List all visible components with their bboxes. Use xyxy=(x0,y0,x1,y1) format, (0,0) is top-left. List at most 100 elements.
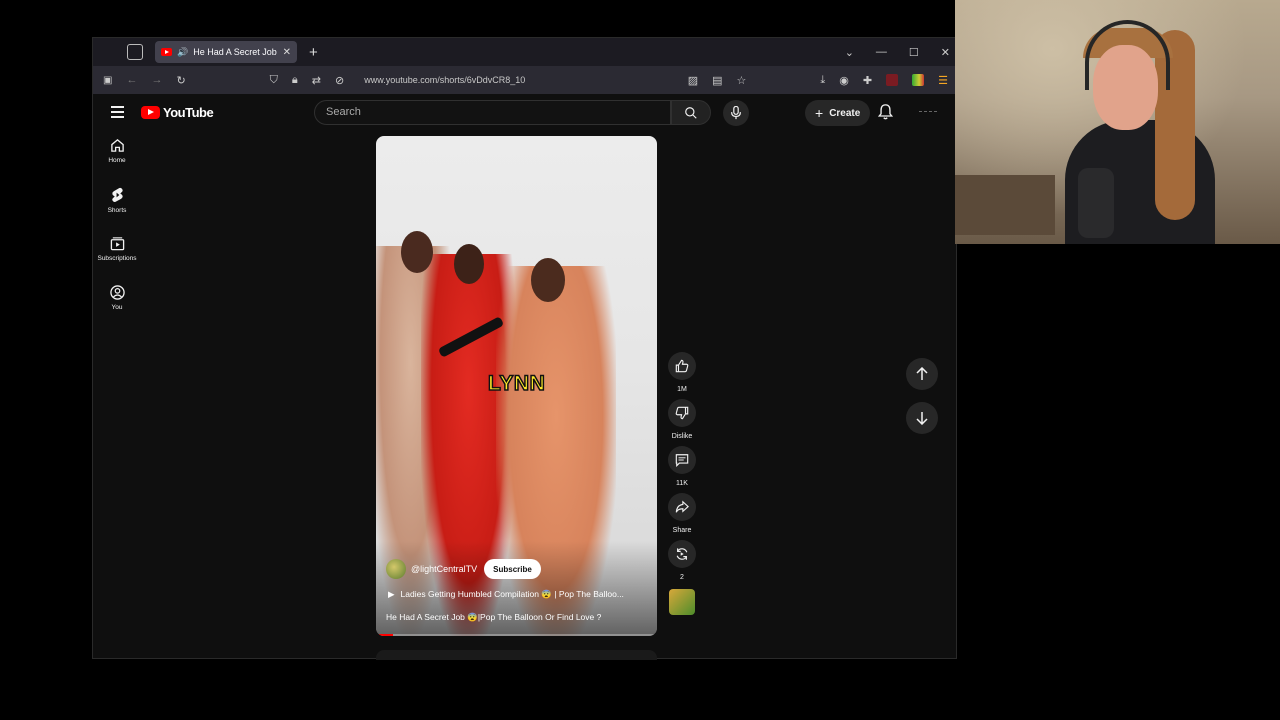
video-progress-fill xyxy=(376,634,393,636)
forward-icon[interactable]: → xyxy=(151,74,162,86)
comments-action: 11K xyxy=(668,446,696,487)
minimize-icon[interactable]: — xyxy=(876,46,887,58)
guide-menu-icon[interactable] xyxy=(111,106,124,121)
dislike-button[interactable] xyxy=(668,399,696,427)
voice-search-button[interactable] xyxy=(723,100,749,126)
share-action: Share xyxy=(668,493,696,534)
video-frame-head-right xyxy=(531,258,565,302)
new-tab-icon[interactable]: + xyxy=(309,44,318,61)
create-button[interactable]: + Create xyxy=(805,100,871,126)
sidebar-item-subscriptions[interactable]: Subscriptions xyxy=(93,236,141,285)
sidebar-label-home: Home xyxy=(108,157,126,164)
arrow-up-icon xyxy=(916,367,928,380)
next-short-preview xyxy=(376,650,657,660)
video-frame-head-left xyxy=(401,231,433,273)
subscriptions-icon xyxy=(110,237,124,251)
account-icon[interactable]: ◉ xyxy=(839,74,849,87)
tab-bar: 🔊 He Had A Secret Job 😨|Pop ✕ + ⌄ — ☐ ✕ xyxy=(93,38,956,66)
like-count: 1M xyxy=(677,386,687,393)
shorts-icon xyxy=(111,187,123,202)
video-progress-bar[interactable] xyxy=(376,634,657,636)
webcam-overlay xyxy=(955,0,1280,244)
account-avatar[interactable] xyxy=(919,111,937,114)
tab-close-icon[interactable]: ✕ xyxy=(283,47,291,58)
tab-list-icon[interactable] xyxy=(127,44,143,60)
lock-icon[interactable]: 🔒︎ xyxy=(292,74,298,87)
permissions-icon[interactable]: ⇄ xyxy=(312,74,321,87)
next-short-button[interactable] xyxy=(906,402,938,434)
create-label: Create xyxy=(829,107,861,119)
toolbar-right: ▨ ▤ ☆ ⤓ ◉ ✚ ☰ xyxy=(688,66,948,94)
extension-meter-icon[interactable] xyxy=(912,74,925,86)
youtube-favicon-icon xyxy=(161,48,172,56)
video-frame-head-middle xyxy=(454,244,484,284)
search-button[interactable] xyxy=(671,100,711,125)
previous-short-button[interactable] xyxy=(906,358,938,390)
short-actions: 1M Dislike 11K Share 2 xyxy=(667,352,697,615)
youtube-header: YouTube Search + Create xyxy=(93,94,956,130)
channel-name[interactable]: @lightCentralTV xyxy=(411,564,477,574)
guide-sidebar: Home Shorts Subscriptions You xyxy=(93,138,141,334)
tab-overflow-icon[interactable]: ⌄ xyxy=(845,46,854,59)
back-icon[interactable]: ← xyxy=(126,74,137,86)
tab-title: He Had A Secret Job 😨|Pop xyxy=(193,46,277,57)
short-navigation xyxy=(906,358,938,434)
sidebar-item-shorts[interactable]: Shorts xyxy=(93,187,141,236)
youtube-logo-text: YouTube xyxy=(163,105,214,120)
sidebar-label-you: You xyxy=(111,304,123,311)
playlist-link[interactable]: ▶ Ladies Getting Humbled Compilation 😨 | … xyxy=(388,589,648,600)
youtube-logo[interactable]: YouTube xyxy=(141,105,214,120)
subscribe-button[interactable]: Subscribe xyxy=(484,559,541,579)
play-icon: ▶ xyxy=(388,589,395,599)
remix-button[interactable] xyxy=(668,540,696,568)
webcam-background-furniture xyxy=(955,175,1055,235)
youtube-logo-icon xyxy=(141,106,160,119)
maximize-icon[interactable]: ☐ xyxy=(909,46,919,59)
arrow-down-icon xyxy=(916,412,928,425)
reload-icon[interactable]: ↻ xyxy=(176,74,185,87)
search-icon xyxy=(685,106,697,119)
extension-red-icon[interactable] xyxy=(886,74,899,86)
playlist-title: Ladies Getting Humbled Compilation 😨 | P… xyxy=(400,589,624,599)
dislike-label: Dislike xyxy=(671,433,693,440)
sidebar-label-subscriptions: Subscriptions xyxy=(97,255,137,262)
url-bar[interactable]: www.youtube.com/shorts/6vDdvCR8_10 xyxy=(364,75,525,85)
short-video-player[interactable]: LYNN @lightCentralTV Subscribe ▶ Ladies G… xyxy=(376,136,657,636)
thumbs-down-icon xyxy=(675,406,689,420)
share-button[interactable] xyxy=(668,493,696,521)
picture-icon[interactable]: ▨ xyxy=(688,74,698,87)
microphone-icon xyxy=(731,106,741,120)
extensions-icon[interactable]: ✚ xyxy=(863,74,872,87)
notifications-button[interactable] xyxy=(877,104,894,125)
sidebar-item-home[interactable]: Home xyxy=(93,138,141,187)
comment-icon xyxy=(675,454,689,467)
comments-count: 11K xyxy=(676,480,688,487)
nav-bar: ▣ ← → ↻ ⛉ 🔒︎ ⇄ ⊘ www.youtube.com/shorts/… xyxy=(93,66,956,94)
dislike-action: Dislike xyxy=(668,399,696,440)
like-action: 1M xyxy=(668,352,696,393)
webcam-microphone xyxy=(1078,168,1114,238)
bell-icon xyxy=(877,104,894,120)
close-window-icon[interactable]: ✕ xyxy=(941,46,950,59)
shield-icon[interactable]: ⛉ xyxy=(270,74,278,87)
channel-avatar[interactable] xyxy=(386,559,406,579)
sidebar-toggle-icon[interactable]: ▣ xyxy=(103,75,112,86)
profile-icon xyxy=(109,285,125,300)
channel-row: @lightCentralTV Subscribe xyxy=(386,559,541,579)
search-input[interactable]: Search xyxy=(314,100,671,125)
bookmark-star-icon[interactable]: ☆ xyxy=(737,74,747,87)
comments-button[interactable] xyxy=(668,446,696,474)
download-icon[interactable]: ⤓ xyxy=(820,74,825,87)
speaker-icon[interactable]: 🔊 xyxy=(177,47,188,58)
video-caption: LYNN xyxy=(487,371,546,396)
site-icon[interactable]: ⊘ xyxy=(335,74,344,87)
sidebar-item-you[interactable]: You xyxy=(93,285,141,334)
sound-thumbnail[interactable] xyxy=(669,589,695,615)
remix-count: 2 xyxy=(680,574,684,581)
short-title[interactable]: He Had A Secret Job 😨|Pop The Balloon Or… xyxy=(386,612,601,623)
active-tab[interactable]: 🔊 He Had A Secret Job 😨|Pop ✕ xyxy=(155,41,297,63)
menu-icon[interactable]: ☰ xyxy=(938,74,948,87)
reader-view-icon[interactable]: ▤ xyxy=(712,74,722,87)
remix-icon xyxy=(676,548,688,560)
like-button[interactable] xyxy=(668,352,696,380)
